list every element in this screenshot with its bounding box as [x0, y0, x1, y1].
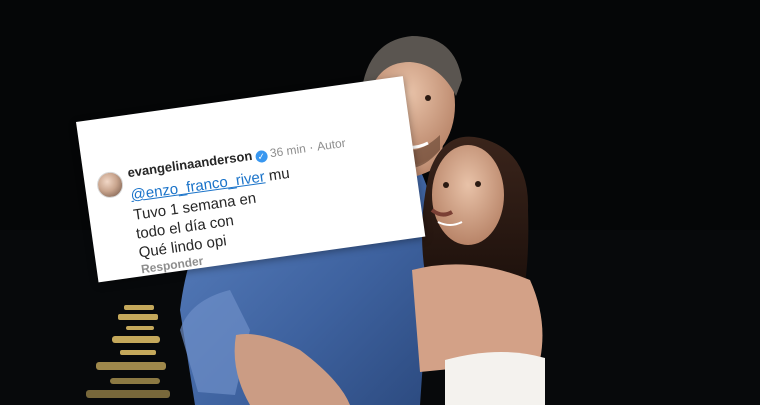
photo-scene: evangelinaanderson ✓ 36 min · Autor @enzo_… [0, 0, 760, 405]
verified-badge-icon: ✓ [254, 149, 269, 164]
separator: · [308, 139, 315, 155]
avatar[interactable] [95, 170, 125, 200]
comment-line-1-tail: mu [263, 164, 291, 186]
author-tag: Autor [316, 135, 347, 154]
comment-time: 36 min [268, 141, 307, 161]
